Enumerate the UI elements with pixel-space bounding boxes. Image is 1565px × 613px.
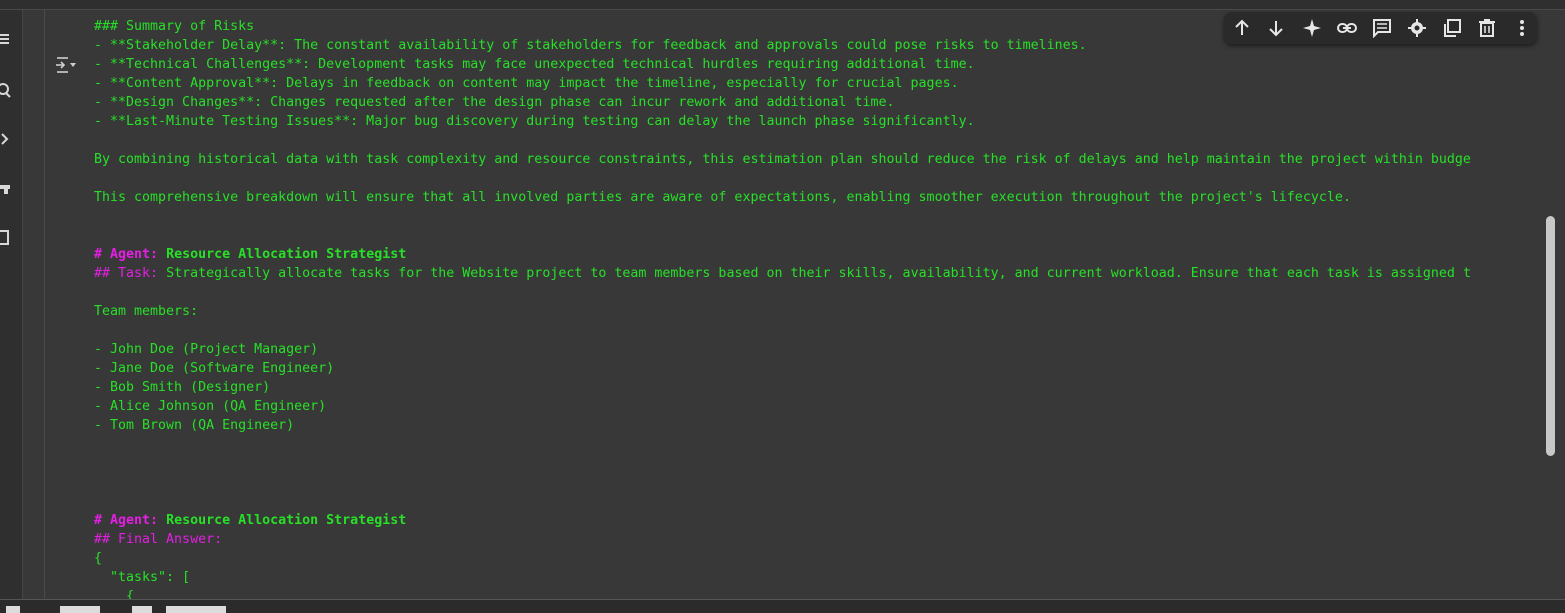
menu-icon[interactable] bbox=[0, 32, 14, 46]
final-answer-heading: ## Final Answer: bbox=[94, 532, 223, 547]
team-heading: Team members: bbox=[94, 304, 199, 319]
json-line: { bbox=[94, 551, 103, 566]
scrollbar-thumb[interactable] bbox=[1546, 216, 1555, 456]
vertical-scrollbar[interactable] bbox=[1544, 10, 1565, 598]
json-line: "tasks": [ bbox=[94, 570, 191, 585]
mirror-cell-icon[interactable] bbox=[1440, 16, 1464, 40]
more-vert-icon[interactable] bbox=[1510, 16, 1534, 40]
gear-icon[interactable] bbox=[1405, 16, 1429, 40]
paragraph: This comprehensive breakdown will ensure… bbox=[94, 190, 1351, 205]
paragraph: By combining historical data with task c… bbox=[94, 152, 1471, 167]
terminal-icon[interactable] bbox=[0, 182, 14, 196]
risk-item: - **Design Changes**: Changes requested … bbox=[94, 95, 895, 110]
cell-gutter-divider bbox=[44, 10, 45, 598]
agent-line: # Agent: Resource Allocation Strategist bbox=[94, 511, 1544, 530]
team-member: - Jane Doe (Software Engineer) bbox=[94, 361, 335, 376]
arrow-up-icon[interactable] bbox=[1230, 16, 1254, 40]
agent-prefix: # Agent: bbox=[94, 247, 167, 262]
risk-item: - **Content Approval**: Delays in feedba… bbox=[94, 76, 959, 91]
trash-icon[interactable] bbox=[1475, 16, 1499, 40]
agent-line: # Agent: Resource Allocation Strategist bbox=[94, 245, 1544, 264]
risk-item: - **Technical Challenges**: Development … bbox=[94, 57, 975, 72]
team-member: - Alice Johnson (QA Engineer) bbox=[94, 399, 327, 414]
agent-name: Resource Allocation Strategist bbox=[166, 247, 407, 262]
task-prefix: ## Task: bbox=[94, 266, 167, 281]
top-bar bbox=[0, 0, 1565, 10]
output-actions-icon[interactable] bbox=[54, 54, 76, 76]
cell-output-text: ### Summary of Risks - **Stakeholder Del… bbox=[94, 17, 1544, 600]
team-member: - John Doe (Project Manager) bbox=[94, 342, 319, 357]
agent-name: Resource Allocation Strategist bbox=[166, 513, 407, 528]
bottom-status-bar bbox=[0, 599, 1565, 613]
comment-icon[interactable] bbox=[1370, 16, 1394, 40]
arrow-down-icon[interactable] bbox=[1264, 16, 1288, 40]
left-side-rail bbox=[0, 10, 23, 600]
sparkle-icon[interactable] bbox=[1300, 16, 1324, 40]
agent-prefix: # Agent: bbox=[94, 513, 167, 528]
search-icon[interactable] bbox=[0, 82, 14, 98]
team-member: - Bob Smith (Designer) bbox=[94, 380, 271, 395]
cell-toolbar bbox=[1224, 12, 1537, 44]
chevron-right-icon[interactable] bbox=[0, 132, 14, 146]
task-line: ## Task: Strategically allocate tasks fo… bbox=[94, 264, 1544, 283]
link-icon[interactable] bbox=[1335, 16, 1359, 40]
team-member: - Tom Brown (QA Engineer) bbox=[94, 418, 295, 433]
files-icon[interactable] bbox=[0, 230, 14, 245]
risk-item: - **Last-Minute Testing Issues**: Major … bbox=[94, 114, 975, 129]
task-text: Strategically allocate tasks for the Web… bbox=[166, 266, 1471, 281]
